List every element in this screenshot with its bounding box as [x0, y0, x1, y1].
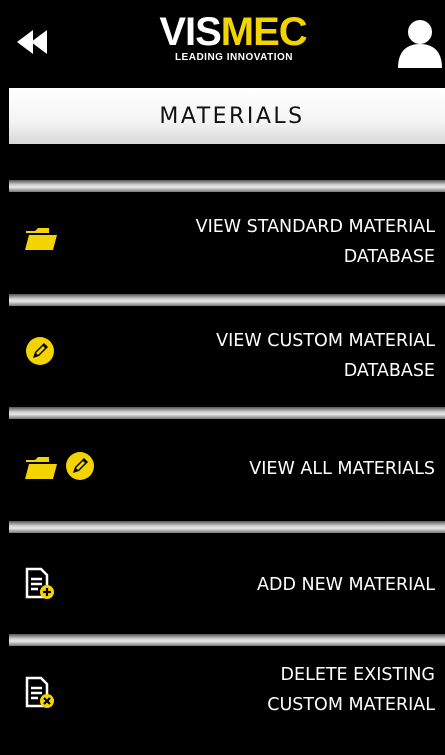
delete-document-icon: [25, 676, 55, 710]
add-document-icon: [25, 567, 55, 601]
vismec-logo: VIS MEC LEADING INNOVATION: [140, 12, 326, 74]
menu-item-label: DELETE EXISTING CUSTOM MATERIAL: [267, 660, 435, 720]
menu-item-view-standard-material-database[interactable]: VIEW STANDARD MATERIAL DATABASE: [9, 192, 445, 294]
menu-item-label-line1: VIEW CUSTOM MATERIAL: [216, 331, 435, 351]
logo-word-left: VIS: [159, 10, 221, 54]
back-button[interactable]: [16, 24, 52, 60]
menu-item-label-line2: DATABASE: [343, 361, 435, 381]
logo-wordmark: VIS MEC: [140, 12, 326, 52]
menu-item-label-line2: DATABASE: [343, 247, 435, 267]
folder-pencil-icon: [25, 452, 95, 481]
logo-tagline: LEADING INNOVATION: [174, 52, 294, 63]
menu-item-label: ADD NEW MATERIAL: [257, 570, 435, 600]
divider: [9, 407, 445, 419]
pencil-icon: [66, 452, 94, 480]
double-chevron-left-icon: [17, 30, 47, 54]
user-icon: [398, 20, 442, 68]
menu-item-view-custom-material-database[interactable]: VIEW CUSTOM MATERIAL DATABASE: [9, 306, 445, 407]
menu-item-label-line1: ADD NEW MATERIAL: [257, 575, 435, 595]
menu-item-delete-existing-custom-material[interactable]: DELETE EXISTING CUSTOM MATERIAL: [9, 646, 445, 755]
menu-item-add-new-material[interactable]: ADD NEW MATERIAL: [9, 533, 445, 634]
pencil-icon: [25, 336, 55, 366]
menu-item-label: VIEW STANDARD MATERIAL DATABASE: [196, 212, 435, 272]
divider: [9, 521, 445, 533]
menu-item-label-line2: CUSTOM MATERIAL: [267, 695, 435, 715]
logo-word-right: MEC: [220, 10, 308, 54]
divider: [9, 180, 445, 192]
page-title: MATERIALS: [159, 103, 305, 129]
divider: [9, 294, 445, 306]
menu-item-label-line1: VIEW ALL MATERIALS: [249, 459, 435, 479]
divider: [9, 634, 445, 646]
menu-item-view-all-materials[interactable]: VIEW ALL MATERIALS: [9, 419, 445, 521]
folder-icon: [25, 228, 57, 250]
folder-icon: [25, 457, 57, 479]
menu-item-label: VIEW ALL MATERIALS: [249, 454, 435, 484]
app-header: VIS MEC LEADING INNOVATION: [0, 0, 445, 88]
user-profile-button[interactable]: [396, 18, 442, 68]
menu-item-label-line1: DELETE EXISTING: [280, 665, 435, 685]
menu-item-label-line1: VIEW STANDARD MATERIAL: [195, 217, 435, 237]
menu-item-label: VIEW CUSTOM MATERIAL DATABASE: [216, 326, 435, 386]
page-title-bar: MATERIALS: [9, 88, 445, 144]
